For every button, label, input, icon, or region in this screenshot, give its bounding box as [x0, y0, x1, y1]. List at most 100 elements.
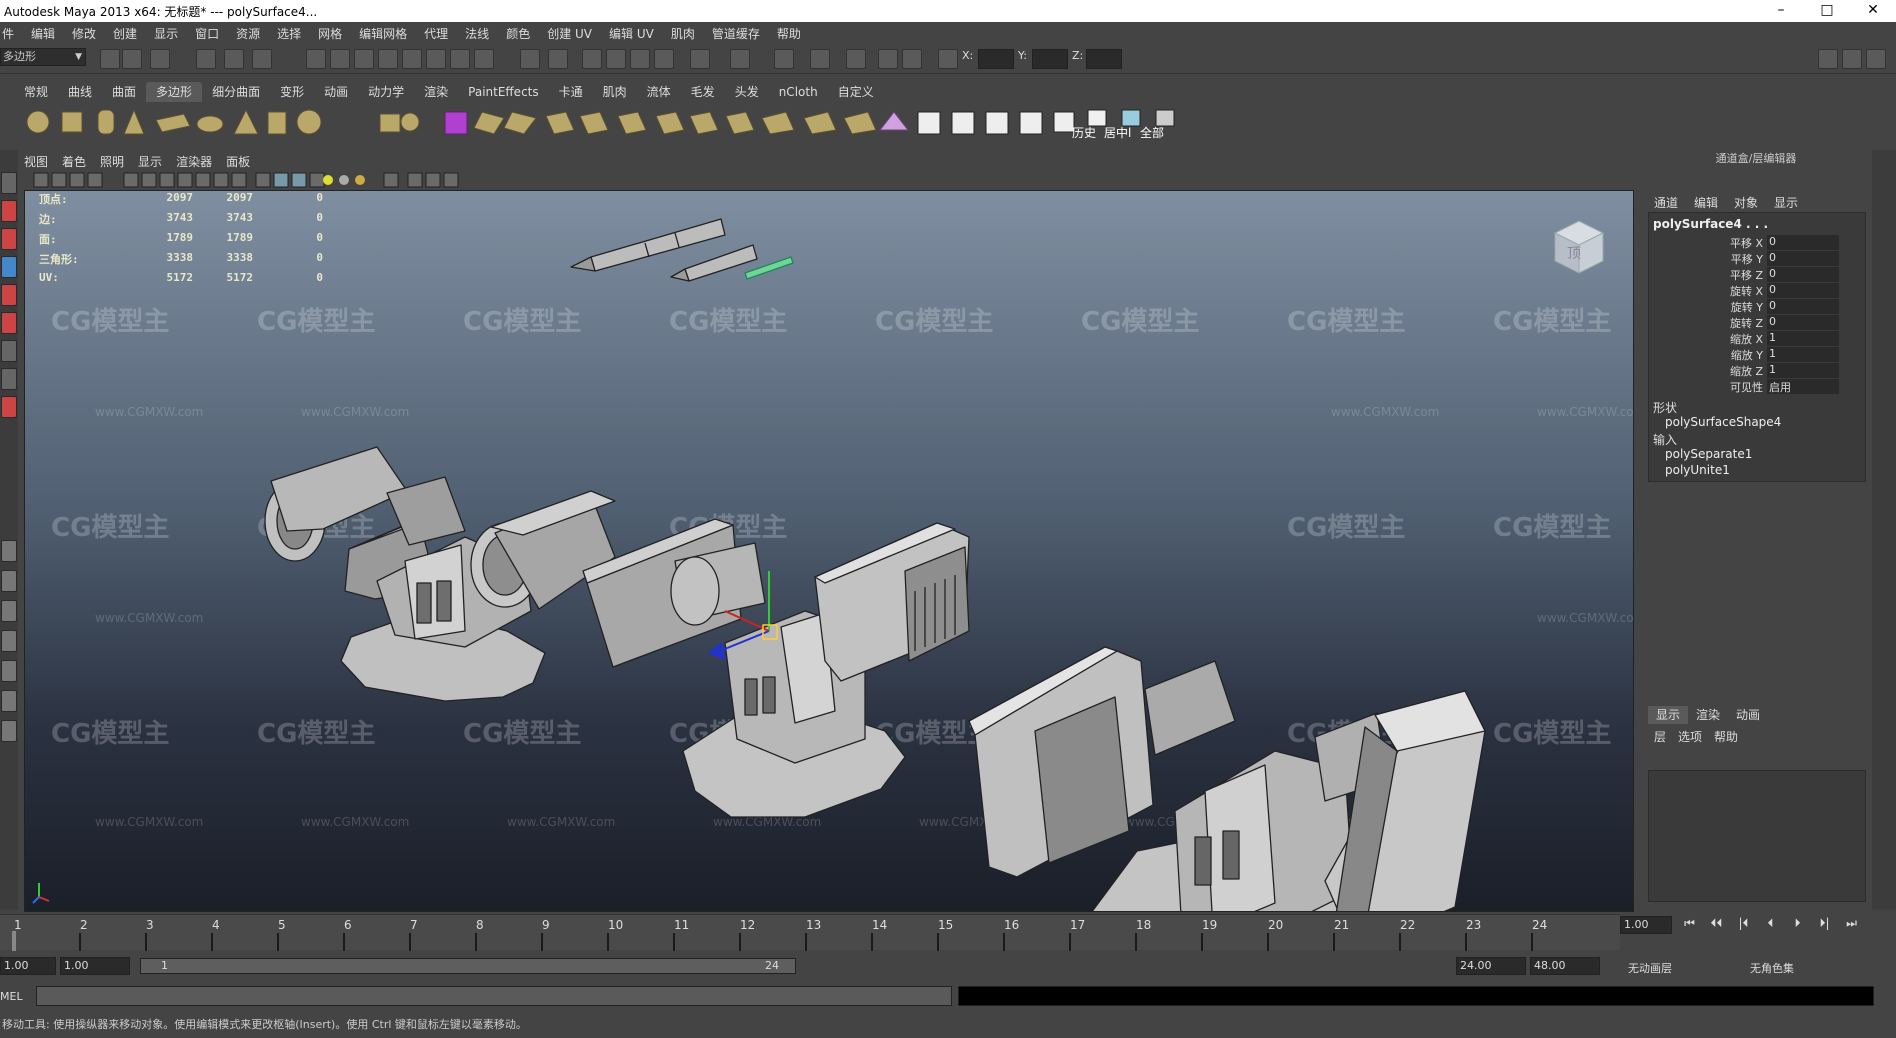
layout-hypershade-icon[interactable] [1, 690, 17, 712]
panel-menu-show[interactable]: 显示 [138, 153, 162, 170]
menu-edit[interactable]: 编辑 [31, 25, 55, 42]
camera-attributes-icon[interactable] [51, 172, 67, 188]
layer-list[interactable] [1648, 770, 1866, 902]
missile-model-2[interactable] [670, 244, 758, 282]
triangulate-icon[interactable] [761, 111, 795, 135]
layer-menu-options[interactable]: 选项 [1678, 728, 1702, 745]
lock-icon[interactable] [520, 49, 540, 69]
menu-proxy[interactable]: 代理 [424, 25, 448, 42]
menu-file[interactable]: 件 [2, 25, 14, 42]
channel-row[interactable]: 旋转 Y 0 [1649, 299, 1865, 315]
channel-row[interactable]: 平移 Y 0 [1649, 251, 1865, 267]
xray-joints-icon[interactable] [425, 172, 441, 188]
channel-value[interactable]: 0 [1767, 251, 1839, 266]
channel-row[interactable]: 缩放 Y 1 [1649, 347, 1865, 363]
paint-select-icon[interactable] [1, 228, 17, 250]
select-camera-icon[interactable] [33, 172, 49, 188]
menu-display[interactable]: 显示 [154, 25, 178, 42]
split-icon[interactable] [579, 111, 609, 135]
shelf-tab-animation[interactable]: 动画 [314, 82, 358, 102]
textured-icon[interactable] [309, 172, 325, 188]
menu-create-uv[interactable]: 创建 UV [547, 25, 592, 42]
shelf-tab-polygons[interactable]: 多边形 [146, 82, 203, 102]
rotate-tool-icon[interactable] [1, 284, 17, 306]
layout-single-icon[interactable] [1, 540, 17, 562]
poly-pipe-icon[interactable] [267, 111, 287, 135]
shelf-tab-dynamics[interactable]: 动力学 [358, 82, 414, 102]
sculpt-icon[interactable] [878, 111, 910, 131]
image-plane-icon[interactable] [87, 172, 103, 188]
panel-menu-shading[interactable]: 着色 [62, 153, 86, 170]
xray-icon[interactable] [407, 172, 423, 188]
playback-end-field[interactable]: 24.00 [1456, 957, 1526, 975]
cb-menu-channels[interactable]: 通道 [1654, 194, 1678, 211]
playback-start-field[interactable]: 1.00 [60, 957, 130, 975]
shelf-tab-curves[interactable]: 曲线 [58, 82, 102, 102]
z-field[interactable] [1086, 49, 1122, 69]
menu-pipeline-cache[interactable]: 管道缓存 [712, 25, 760, 42]
wireframe-on-shaded-icon[interactable] [291, 172, 307, 188]
channel-row[interactable]: 缩放 Z 1 [1649, 363, 1865, 379]
poly-cylinder-icon[interactable] [97, 109, 115, 135]
cb-menu-show[interactable]: 显示 [1774, 194, 1798, 211]
y-field[interactable] [1032, 49, 1068, 69]
attribute-editor-icon[interactable] [1818, 49, 1838, 69]
channel-box-icon[interactable] [1866, 49, 1886, 69]
shelf-tab-general[interactable]: 常规 [14, 82, 58, 102]
mel-input[interactable] [36, 986, 952, 1006]
smooth-shade-icon[interactable] [273, 172, 289, 188]
hypershade-icon[interactable] [690, 49, 710, 69]
render-frame-icon[interactable] [606, 49, 626, 69]
channel-value[interactable]: 1 [1767, 363, 1839, 378]
poly-soccer-icon[interactable] [296, 109, 322, 135]
character-set-label[interactable]: 无角色集 [1750, 960, 1794, 976]
channel-value[interactable]: 1 [1767, 347, 1839, 362]
anim-layer-label[interactable]: 无动画层 [1628, 960, 1672, 976]
bridge-icon[interactable] [503, 111, 537, 135]
shelf-tab-hair[interactable]: 头发 [725, 82, 769, 102]
menu-select[interactable]: 选择 [277, 25, 301, 42]
shelf-tab-fluids[interactable]: 流体 [637, 82, 681, 102]
snap-point-icon[interactable] [354, 49, 374, 69]
shelf-tab-rendering[interactable]: 渲染 [414, 82, 458, 102]
uv-checker-icon-3[interactable] [985, 111, 1009, 135]
channel-value[interactable]: 0 [1767, 283, 1839, 298]
channel-value[interactable]: 0 [1767, 267, 1839, 282]
shelf-tab-painteffects[interactable]: PaintEffects [458, 82, 548, 102]
channel-value[interactable]: 0 [1767, 315, 1839, 330]
panel-menu-renderer[interactable]: 渲染器 [176, 153, 212, 170]
poly-sphere-icon[interactable] [26, 110, 50, 134]
last-tool-icon[interactable] [1, 368, 17, 390]
play-forward-button[interactable]: ⏵ [1784, 916, 1811, 936]
layer-tab-anim[interactable]: 动画 [1728, 706, 1768, 724]
uv-checker-icon-1[interactable] [917, 111, 941, 135]
save-scene-icon[interactable] [150, 49, 170, 69]
range-slider[interactable]: 1 24 [140, 958, 796, 974]
menu-edit-uv[interactable]: 编辑 UV [609, 25, 654, 42]
scale-tool-icon[interactable] [1, 312, 17, 334]
lasso-tool-icon[interactable] [1, 200, 17, 222]
step-back-frame-button[interactable]: |⏴ [1730, 916, 1757, 936]
poly-platonic-icon[interactable] [444, 111, 468, 135]
last-tool-2-icon[interactable] [1, 396, 17, 418]
panel-menu-view[interactable]: 视图 [24, 153, 48, 170]
safe-action-icon[interactable] [213, 172, 229, 188]
menu-help[interactable]: 帮助 [777, 25, 801, 42]
go-to-end-button[interactable]: ⏭ [1838, 916, 1865, 936]
turret-model-left[interactable] [264, 446, 616, 702]
shape-node[interactable]: polySurfaceShape4 [1665, 415, 1781, 429]
channel-row[interactable]: 缩放 X 1 [1649, 331, 1865, 347]
grid-icon[interactable] [123, 172, 139, 188]
layout-split-icon[interactable] [1, 600, 17, 622]
render-sequence-icon[interactable] [878, 49, 898, 69]
menu-mesh[interactable]: 网格 [318, 25, 342, 42]
ipr-render-icon[interactable] [630, 49, 650, 69]
poly-prism-icon[interactable] [233, 108, 259, 135]
poly-cone-icon[interactable] [123, 108, 145, 135]
shadows-icon[interactable] [355, 175, 365, 185]
merge-icon[interactable] [655, 111, 685, 135]
uv-checker-icon-2[interactable] [951, 111, 975, 135]
all-lights-icon[interactable] [339, 175, 349, 185]
render-batch-icon[interactable] [902, 49, 922, 69]
channel-row[interactable]: 平移 X 0 [1649, 235, 1865, 251]
